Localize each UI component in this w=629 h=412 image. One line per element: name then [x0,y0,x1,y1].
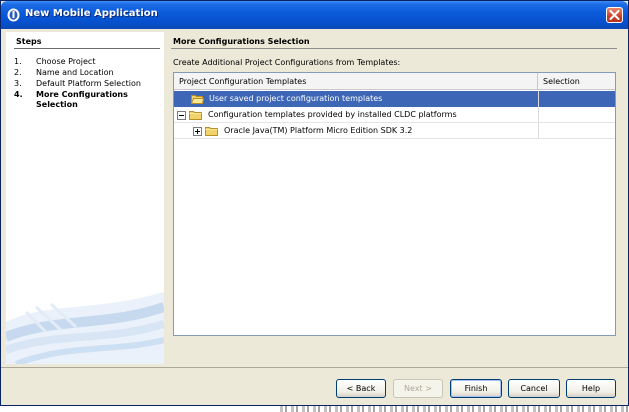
selection-cell[interactable] [538,123,615,139]
page-title: More Configurations Selection [173,37,310,46]
expand-icon[interactable] [193,127,202,136]
dialog-window: New Mobile Application Steps 1. Choose P… [0,0,629,406]
row-label: Oracle Java(TM) Platform Micro Edition S… [224,126,413,135]
decorative-swoosh-graphic [6,292,164,364]
column-header-selection[interactable]: Selection [538,73,615,90]
selection-cell[interactable] [538,91,615,107]
help-button[interactable]: Help [566,379,616,398]
table-row-cldc-templates[interactable]: Configuration templates provided by inst… [174,107,615,123]
table-row-user-saved[interactable]: User saved project configuration templat… [174,91,615,107]
folder-icon [205,127,218,136]
window-title: New Mobile Application [25,8,158,19]
background-window-strip [280,406,629,412]
button-bar-divider [1,367,628,368]
instruction-label: Create Additional Project Configurations… [173,58,401,67]
row-divider [174,138,615,139]
column-header-templates[interactable]: Project Configuration Templates [174,73,538,90]
selection-cell[interactable] [538,107,615,123]
row-label: Configuration templates provided by inst… [208,110,457,119]
finish-button[interactable]: Finish [450,379,502,398]
folder-icon [189,111,202,120]
row-label: User saved project configuration templat… [209,94,383,103]
close-button[interactable] [606,7,623,23]
next-button[interactable]: Next > [393,379,443,398]
app-cup-icon [7,8,20,22]
steps-divider [14,48,160,49]
close-icon [609,10,620,20]
title-bar[interactable]: New Mobile Application [1,1,628,29]
back-button[interactable]: < Back [336,379,386,398]
table-row-oracle-sdk[interactable]: Oracle Java(TM) Platform Micro Edition S… [174,123,615,139]
steps-panel: Steps 1. Choose Project 2. Name and Loca… [6,32,164,364]
folder-open-icon [191,95,204,104]
cancel-button[interactable]: Cancel [508,379,560,398]
collapse-icon[interactable] [177,111,186,120]
steps-title: Steps [16,37,42,46]
configuration-templates-table[interactable]: Project Configuration Templates Selectio… [173,72,616,336]
page-title-divider [171,48,617,49]
